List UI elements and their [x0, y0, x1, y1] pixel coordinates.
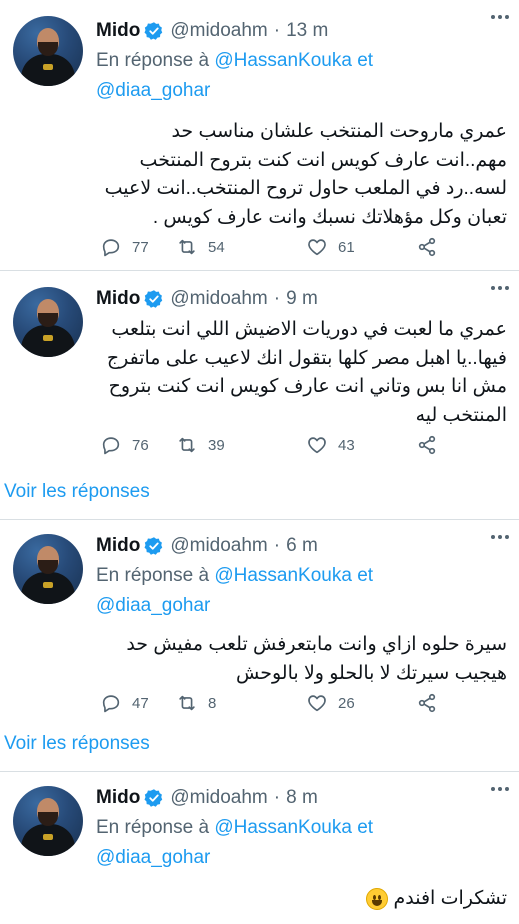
reply-prefix: En réponse à	[96, 50, 210, 71]
like-count: 26	[338, 694, 355, 712]
retweet-button[interactable]: 39	[176, 434, 225, 456]
author-name[interactable]: Mido	[96, 20, 140, 42]
separator-dot: ·	[273, 535, 281, 556]
like-icon	[308, 239, 326, 256]
tweet-actions: 76 39 43	[96, 434, 507, 458]
grinning-face-icon	[366, 887, 389, 910]
like-icon	[308, 695, 326, 712]
mention-link[interactable]: @diaa_gohar	[96, 847, 210, 868]
reply-button[interactable]: 76	[100, 434, 149, 456]
like-button[interactable]: 43	[306, 434, 355, 456]
tweet-actions: 47 8 26	[96, 692, 507, 716]
reply-prefix: En réponse à	[96, 817, 210, 838]
separator-dot: ·	[273, 20, 281, 41]
share-icon	[418, 435, 436, 455]
reply-icon	[102, 695, 120, 713]
tweet-time[interactable]: 9 m	[286, 288, 318, 310]
tweet-4[interactable]: Mido @midoahm · 8 m En réponse à @Hassan…	[0, 772, 519, 924]
mention-link[interactable]: @HassanKouka	[214, 565, 352, 586]
verified-badge-icon	[144, 290, 163, 308]
mention-link[interactable]: @HassanKouka	[214, 817, 352, 838]
tweet-text: عمري ماروحت المنتخب علشان مناسب حد مهم..…	[104, 121, 507, 228]
retweet-button[interactable]: 8	[176, 692, 216, 714]
tweet-1[interactable]: Mido @midoahm · 13 m En réponse à @Hassa…	[0, 0, 519, 271]
retweet-icon	[179, 695, 195, 711]
avatar[interactable]	[13, 786, 83, 856]
reply-icon	[102, 437, 120, 455]
author-handle[interactable]: @midoahm	[170, 288, 267, 310]
retweet-count: 54	[208, 238, 225, 256]
author-handle[interactable]: @midoahm	[170, 20, 267, 42]
share-button[interactable]	[416, 434, 448, 456]
reply-icon	[102, 239, 120, 257]
tweet-text: سيرة حلوه ازاي وانت مابتعرفش تلعب مفيش ح…	[126, 634, 507, 684]
author-handle[interactable]: @midoahm	[170, 787, 267, 809]
author-name[interactable]: Mido	[96, 288, 140, 310]
mention-link[interactable]: @diaa_gohar	[96, 80, 210, 101]
tweet-time[interactable]: 13 m	[286, 20, 328, 42]
tweet-text: تشكرات افندم	[393, 888, 508, 909]
reply-context: En réponse à @HassanKouka et @diaa_gohar	[96, 813, 509, 873]
tweet-text-row: تشكرات افندم	[96, 885, 507, 914]
share-button[interactable]	[416, 236, 448, 258]
verified-badge-icon	[144, 22, 163, 40]
reply-count: 76	[132, 436, 149, 454]
reply-prefix: En réponse à	[96, 565, 210, 586]
mention-link[interactable]: @HassanKouka	[214, 50, 352, 71]
author-handle[interactable]: @midoahm	[170, 535, 267, 557]
verified-badge-icon	[144, 537, 163, 555]
see-replies-link[interactable]: Voir les réponses	[4, 481, 150, 503]
share-button[interactable]	[416, 692, 448, 714]
see-replies-link[interactable]: Voir les réponses	[4, 733, 150, 755]
reply-context: En réponse à @HassanKouka et @diaa_gohar	[96, 46, 509, 106]
retweet-button[interactable]: 54	[176, 236, 225, 258]
share-icon	[418, 237, 436, 257]
like-count: 61	[338, 238, 355, 256]
reply-context: En réponse à @HassanKouka et @diaa_gohar	[96, 561, 509, 621]
retweet-count: 39	[208, 436, 225, 454]
tweet-text: عمري ما لعبت في دوريات الاضيش اللي انت ب…	[106, 319, 507, 426]
share-icon	[418, 693, 436, 713]
avatar[interactable]	[13, 16, 83, 86]
tweet-time[interactable]: 6 m	[286, 535, 318, 557]
separator-dot: ·	[273, 288, 281, 309]
avatar[interactable]	[13, 534, 83, 604]
tweet-2[interactable]: Mido @midoahm · 9 m عمري ما لعبت في دوري…	[0, 271, 519, 520]
reply-count: 77	[132, 238, 149, 256]
avatar[interactable]	[13, 287, 83, 357]
tweet-time[interactable]: 8 m	[286, 787, 318, 809]
like-count: 43	[338, 436, 355, 454]
reply-and: et	[357, 817, 374, 838]
retweet-icon	[179, 437, 195, 453]
tweet-actions: 77 54 61	[96, 236, 507, 260]
author-name[interactable]: Mido	[96, 535, 140, 557]
mention-link[interactable]: @diaa_gohar	[96, 595, 210, 616]
reply-and: et	[357, 50, 374, 71]
like-button[interactable]: 61	[306, 236, 355, 258]
like-icon	[308, 437, 326, 454]
reply-button[interactable]: 47	[100, 692, 149, 714]
reply-count: 47	[132, 694, 149, 712]
retweet-icon	[179, 239, 195, 255]
author-name[interactable]: Mido	[96, 787, 140, 809]
retweet-count: 8	[208, 694, 217, 712]
reply-and: et	[357, 565, 374, 586]
verified-badge-icon	[144, 789, 163, 807]
like-button[interactable]: 26	[306, 692, 355, 714]
separator-dot: ·	[273, 787, 281, 808]
reply-button[interactable]: 77	[100, 236, 149, 258]
tweet-3[interactable]: Mido @midoahm · 6 m En réponse à @Hassan…	[0, 520, 519, 772]
